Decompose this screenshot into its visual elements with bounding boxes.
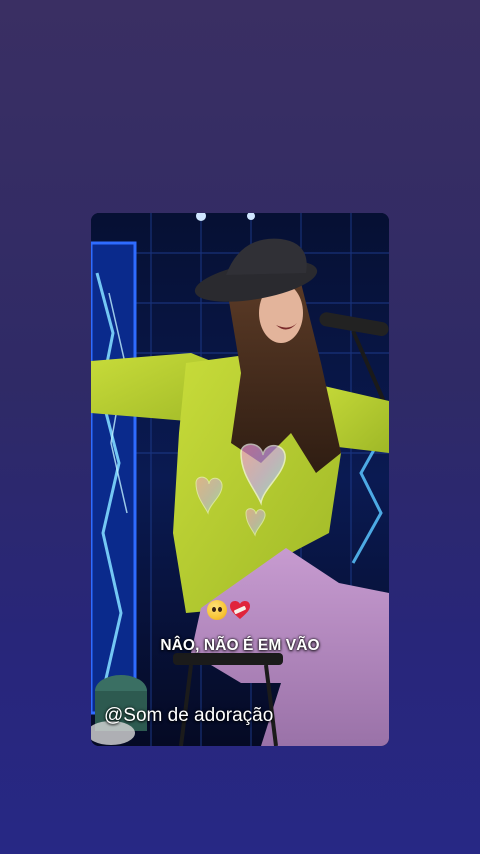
pleading-face-icon bbox=[207, 600, 227, 620]
lyric-caption: NÂO, NÃO É EM VÃO bbox=[160, 637, 320, 654]
emoji-row bbox=[207, 600, 251, 620]
account-handle[interactable]: @Som de adoração bbox=[104, 705, 273, 727]
performer-photo bbox=[91, 213, 389, 746]
mending-heart-icon bbox=[230, 601, 250, 619]
story-video-card[interactable]: NÂO, NÃO É EM VÃO @Som de adoração bbox=[91, 213, 389, 746]
